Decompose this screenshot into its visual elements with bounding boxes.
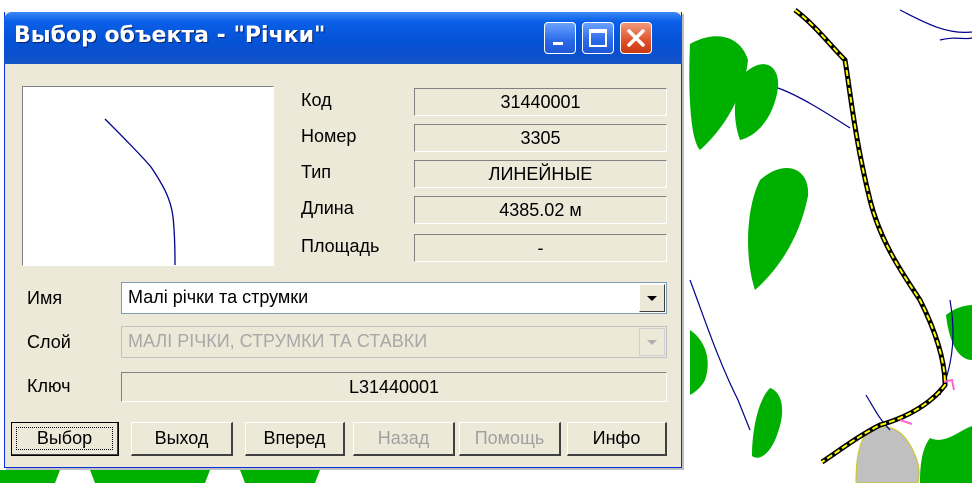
forest-patch — [0, 470, 60, 483]
river-line — [777, 87, 851, 129]
area-value: - — [414, 234, 667, 262]
code-value: 31440001 — [414, 88, 667, 116]
forest-patch — [90, 470, 210, 483]
title-bar[interactable]: Выбор объекта - "Річки" — [4, 12, 682, 64]
chevron-down-icon — [647, 340, 657, 345]
number-label: Номер — [301, 126, 357, 146]
name-select[interactable]: Малі річки та струмки — [121, 282, 667, 314]
forward-button[interactable]: Вперед — [245, 422, 345, 456]
number-value: 3305 — [414, 124, 667, 152]
river-preview-line — [104, 118, 176, 266]
river-line — [899, 9, 972, 33]
close-icon — [627, 29, 645, 47]
forest-patch — [920, 426, 972, 483]
length-value: 4385.02 м — [414, 196, 667, 224]
layer-dropdown-button — [639, 328, 665, 356]
maximize-icon — [589, 29, 607, 47]
maximize-button[interactable] — [582, 22, 614, 54]
back-button: Назад — [353, 422, 455, 456]
layer-select-value: МАЛІ РІЧКИ, СТРУМКИ ТА СТАВКИ — [128, 331, 428, 351]
layer-label: Слой — [27, 332, 71, 352]
name-label: Имя — [27, 288, 63, 308]
window-title: Выбор объекта - "Річки" — [14, 23, 326, 48]
minimize-button[interactable] — [544, 22, 576, 54]
layer-select: МАЛІ РІЧКИ, СТРУМКИ ТА СТАВКИ — [121, 326, 667, 358]
minimize-icon — [553, 42, 563, 45]
forest-patch — [690, 330, 708, 395]
code-label: Код — [301, 90, 332, 110]
focus-rect — [16, 427, 113, 450]
select-button[interactable]: Выбор — [11, 422, 119, 456]
forest-patch — [946, 305, 972, 360]
forest-patch — [748, 168, 809, 290]
key-value: L31440001 — [121, 372, 667, 402]
type-value: ЛИНЕЙНЫЕ — [414, 160, 667, 188]
name-dropdown-button[interactable] — [639, 284, 665, 312]
chevron-down-icon — [647, 296, 657, 301]
river-line — [939, 37, 972, 41]
type-label: Тип — [301, 162, 332, 182]
object-select-dialog: Выбор объекта - "Річки" Код 31440001 Ном… — [4, 12, 682, 468]
road-line — [793, 8, 948, 465]
forest-patch — [752, 388, 783, 458]
forest-patch — [240, 470, 320, 483]
exit-button[interactable]: Выход — [131, 422, 233, 456]
dialog-body: Код 31440001 Номер 3305 Тип ЛИНЕЙНЫЕ Дли… — [5, 64, 681, 468]
object-preview — [22, 86, 274, 266]
close-button[interactable] — [620, 22, 652, 54]
help-button: Помощь — [459, 422, 561, 456]
area-label: Площадь — [301, 236, 380, 256]
length-label: Длина — [301, 198, 354, 218]
road-line-inner — [794, 9, 947, 463]
name-select-value: Малі річки та струмки — [128, 287, 309, 307]
info-button[interactable]: Инфо — [567, 422, 667, 456]
key-label: Ключ — [27, 376, 71, 396]
